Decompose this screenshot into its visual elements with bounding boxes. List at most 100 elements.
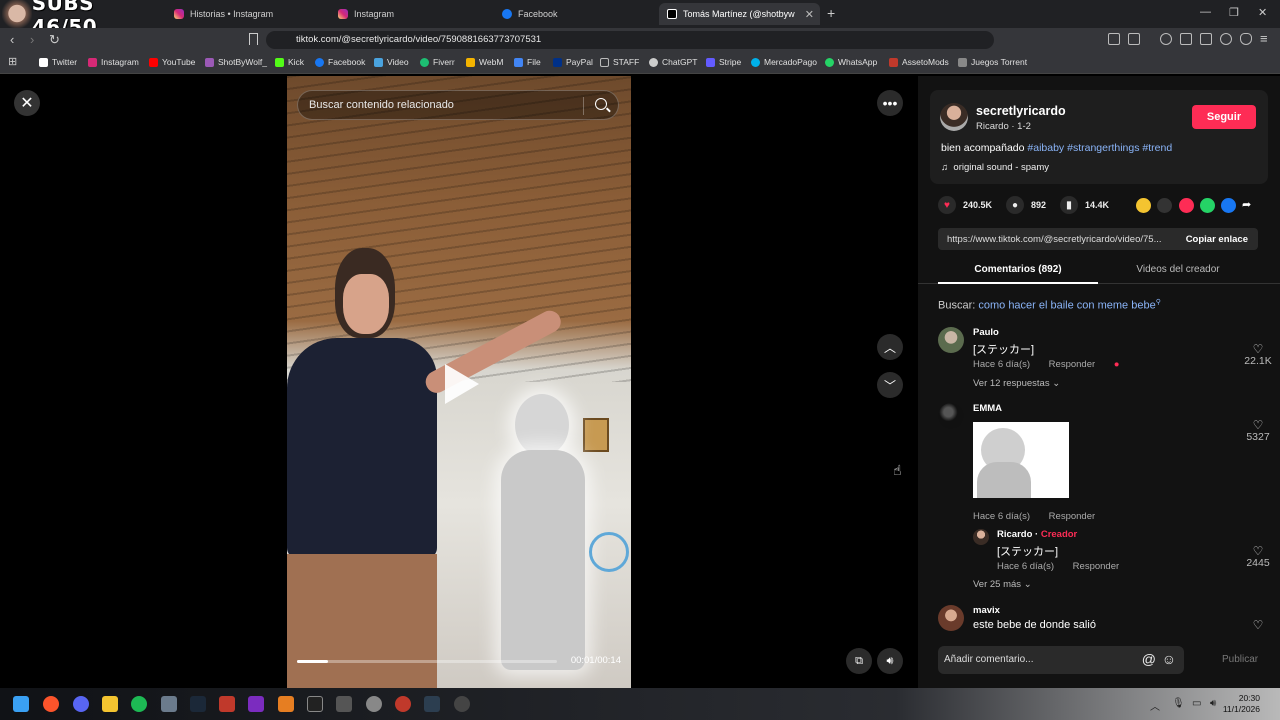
extensions-icon[interactable] xyxy=(1108,33,1120,45)
bookmark-instagram[interactable]: Instagram xyxy=(88,57,139,67)
bookmark-assetomods[interactable]: AssetoMods xyxy=(889,57,949,67)
hashtag-link[interactable]: #trend xyxy=(1142,142,1172,154)
hashtag-link[interactable]: #strangerthings xyxy=(1067,142,1139,154)
wallet-icon[interactable] xyxy=(1128,33,1140,45)
video-player[interactable]: Buscar contenido relacionado 00:01/00:14 xyxy=(287,76,631,688)
comment-like[interactable]: ♡ 22.1K xyxy=(1238,343,1278,367)
avatar[interactable] xyxy=(973,529,989,545)
chevron-down-icon[interactable]: ﹀ xyxy=(877,372,903,398)
save-button[interactable]: ▮ 14.4K xyxy=(1060,196,1109,214)
bookmark-fiverr[interactable]: Fiverr xyxy=(420,57,455,67)
menu-icon[interactable]: ≡ xyxy=(1260,31,1268,46)
windows-start-icon[interactable] xyxy=(13,696,29,712)
minimize-icon[interactable]: — xyxy=(1200,6,1211,18)
hashtag-link[interactable]: #aibaby xyxy=(1027,142,1064,154)
bookmark-paypal[interactable]: PayPal xyxy=(553,57,593,67)
comment-username[interactable]: mavix xyxy=(973,605,1000,616)
bookmark-icon[interactable] xyxy=(249,33,258,45)
reply-button[interactable]: Responder xyxy=(1049,359,1095,370)
comment-username[interactable]: Paulo xyxy=(973,327,999,338)
downloads-icon[interactable] xyxy=(1200,33,1212,45)
play-icon[interactable] xyxy=(445,364,479,404)
shield-icon[interactable] xyxy=(1240,33,1252,45)
comment-username[interactable]: EMMA xyxy=(973,403,1002,414)
system-clock[interactable]: 20:30 11/1/2026 xyxy=(1223,693,1260,715)
spotify-icon[interactable] xyxy=(131,696,147,712)
floating-player-icon[interactable]: ⧉ xyxy=(846,648,872,674)
like-button[interactable]: ♥ 240.5K xyxy=(938,196,992,214)
tray-chevron-icon[interactable]: ︿ xyxy=(1150,698,1160,713)
embed-icon[interactable] xyxy=(1157,198,1172,213)
reload-icon[interactable]: ↻ xyxy=(49,32,60,48)
app-icon[interactable] xyxy=(307,696,323,712)
avatar[interactable] xyxy=(940,103,968,131)
app-icon[interactable] xyxy=(424,696,440,712)
reply-button[interactable]: Responder xyxy=(1073,561,1119,572)
bookmark-webm[interactable]: WebM xyxy=(466,57,503,67)
bookmark-stripe[interactable]: Stripe xyxy=(706,57,741,67)
close-icon[interactable]: ✕ xyxy=(14,90,40,116)
file-explorer-icon[interactable] xyxy=(102,696,118,712)
progress-bar[interactable] xyxy=(297,660,557,663)
publish-button[interactable]: Publicar xyxy=(1222,654,1258,665)
tab-comments[interactable]: Comentarios (892) xyxy=(938,264,1098,284)
close-tab-icon[interactable]: ✕ xyxy=(805,8,814,21)
reply-button[interactable]: Responder xyxy=(1049,511,1095,522)
repost-icon[interactable] xyxy=(1136,198,1151,213)
avatar[interactable] xyxy=(938,605,964,631)
comment-like[interactable]: ♡ 5327 xyxy=(1238,419,1278,443)
bookmark-chatgpt[interactable]: ChatGPT xyxy=(649,57,697,67)
follow-button[interactable]: Seguir xyxy=(1192,105,1256,129)
window-close-icon[interactable]: ✕ xyxy=(1258,6,1267,19)
reply-username-text[interactable]: Ricardo xyxy=(997,529,1032,540)
search-suggestion-link[interactable]: como hacer el baile con meme bebe xyxy=(978,300,1155,312)
new-tab-button[interactable]: + xyxy=(827,5,835,21)
view-more-replies-button[interactable]: Ver 25 más ⌄ xyxy=(973,579,1032,590)
tab-tiktok-active[interactable]: Tomás Martínez (@shotbywolf_) ✕ xyxy=(659,3,820,25)
view-replies-button[interactable]: Ver 12 respuestas ⌄ xyxy=(973,378,1060,389)
bookmark-file[interactable]: File xyxy=(514,57,541,67)
tab-historias-instagram[interactable]: Historias • Instagram xyxy=(166,3,326,25)
tab-facebook[interactable]: Facebook xyxy=(494,3,654,25)
sound-link[interactable]: ♫ original sound - spamy xyxy=(941,162,1049,173)
volume-icon[interactable]: 🔊︎ xyxy=(877,648,903,674)
chatgpt-icon[interactable] xyxy=(366,696,382,712)
bookmark-facebook[interactable]: Facebook xyxy=(315,57,365,67)
bookmark-whatsapp[interactable]: WhatsApp xyxy=(825,57,877,67)
bookmark-mercadopago[interactable]: MercadoPago xyxy=(751,57,817,67)
bookmark-kick[interactable]: Kick xyxy=(275,57,304,67)
bookmark-video[interactable]: Video xyxy=(374,57,409,67)
comment-button[interactable]: ● 892 xyxy=(1006,196,1046,214)
volume-icon[interactable]: 🔊︎ xyxy=(1210,698,1216,709)
bookmark-juegos-torrent[interactable]: Juegos Torrent xyxy=(958,57,1027,67)
app-icon[interactable] xyxy=(219,696,235,712)
related-search-input[interactable]: Buscar contenido relacionado xyxy=(297,90,619,120)
app-icon[interactable] xyxy=(336,696,352,712)
whatsapp-icon[interactable] xyxy=(1200,198,1215,213)
copy-link-button[interactable]: Copiar enlace xyxy=(1186,234,1248,245)
avatar[interactable] xyxy=(938,403,964,429)
obs-icon[interactable] xyxy=(454,696,470,712)
more-options-icon[interactable]: ••• xyxy=(877,90,903,116)
app-icon[interactable] xyxy=(278,696,294,712)
url-field[interactable]: tiktok.com/@secretlyricardo/video/759088… xyxy=(266,31,994,49)
maximize-icon[interactable]: ❐ xyxy=(1229,6,1239,19)
network-icon[interactable]: ▭ xyxy=(1192,698,1201,709)
comment-like[interactable]: ♡ xyxy=(1238,619,1278,631)
bookmark-twitter[interactable]: Twitter xyxy=(39,57,77,67)
app-icon[interactable] xyxy=(161,696,177,712)
forward-icon[interactable]: › xyxy=(30,32,34,47)
steam-icon[interactable] xyxy=(190,696,206,712)
app-icon[interactable] xyxy=(395,696,411,712)
music-icon[interactable] xyxy=(1160,33,1172,45)
avatar[interactable] xyxy=(938,327,964,353)
share-arrow-icon[interactable]: ➦ xyxy=(1242,198,1257,213)
tab-creator-videos[interactable]: Videos del creador xyxy=(1098,264,1258,275)
tab-instagram[interactable]: Instagram xyxy=(330,3,490,25)
app-icon[interactable] xyxy=(248,696,264,712)
apps-grid-icon[interactable]: ⊞ xyxy=(8,55,17,68)
emoji-icon[interactable]: ☺ xyxy=(1162,651,1176,667)
chevron-up-icon[interactable]: ︿ xyxy=(877,334,903,360)
discord-icon[interactable] xyxy=(73,696,89,712)
share-link-text[interactable]: https://www.tiktok.com/@secretlyricardo/… xyxy=(947,234,1173,245)
